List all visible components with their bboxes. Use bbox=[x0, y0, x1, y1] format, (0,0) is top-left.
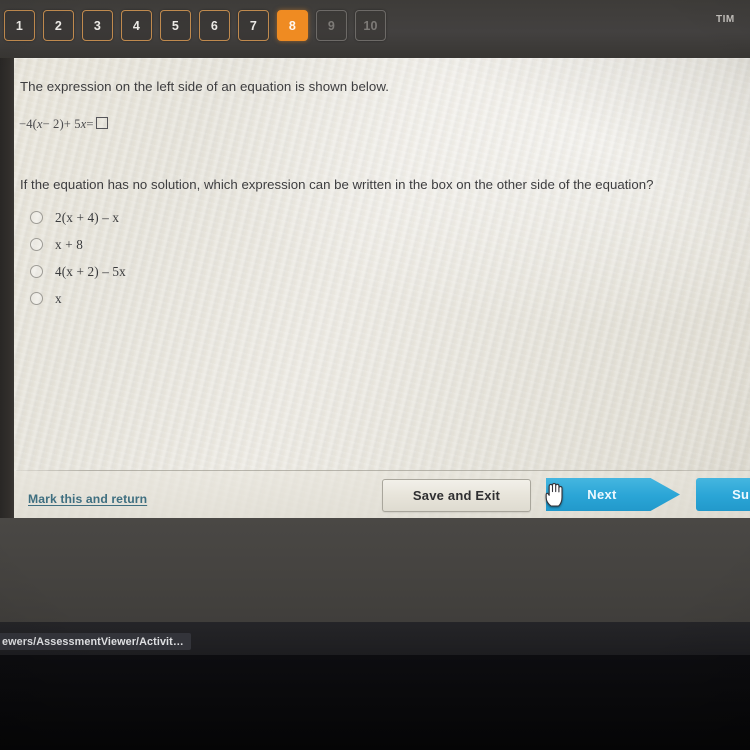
mark-this-and-return-link[interactable]: Mark this and return bbox=[28, 492, 147, 506]
question-tab-8[interactable]: 8 bbox=[277, 10, 308, 41]
screen-photo: 1 2 3 4 5 6 7 8 9 10 TIM The expression … bbox=[0, 0, 750, 750]
submit-button[interactable]: Submit bbox=[696, 478, 750, 511]
submit-label: Submit bbox=[732, 487, 750, 502]
next-label: Next bbox=[587, 487, 617, 502]
assessment-top-bar: 1 2 3 4 5 6 7 8 9 10 TIM bbox=[0, 0, 750, 58]
next-button[interactable]: Next bbox=[546, 478, 680, 511]
question-tab-2-label: 2 bbox=[54, 18, 63, 33]
answer-choice-a-label: 2(x + 4) – x bbox=[55, 209, 120, 225]
question-tab-5-label: 5 bbox=[171, 18, 180, 33]
question-tab-strip: 1 2 3 4 5 6 7 8 9 10 bbox=[4, 10, 386, 41]
question-tab-3-label: 3 bbox=[93, 18, 102, 33]
question-tab-7[interactable]: 7 bbox=[238, 10, 269, 41]
answer-box-icon bbox=[95, 117, 108, 129]
question-tab-6[interactable]: 6 bbox=[199, 10, 230, 41]
save-and-exit-button[interactable]: Save and Exit bbox=[382, 479, 531, 512]
browser-left-edge bbox=[0, 58, 14, 518]
question-tab-1[interactable]: 1 bbox=[4, 10, 35, 41]
radio-button-icon-d[interactable] bbox=[30, 292, 43, 305]
question-tab-10-label: 10 bbox=[363, 18, 378, 33]
desktop-band-upper bbox=[0, 518, 750, 622]
save-and-exit-label: Save and Exit bbox=[412, 488, 501, 503]
answer-choice-c-label: 4(x + 2) – 5x bbox=[55, 263, 126, 279]
question-tab-4[interactable]: 4 bbox=[121, 10, 152, 41]
question-tab-9-label: 9 bbox=[327, 18, 336, 33]
question-stem: The expression on the left side of an eq… bbox=[20, 79, 389, 94]
desktop-band-lower bbox=[0, 655, 750, 750]
question-tab-5[interactable]: 5 bbox=[160, 10, 191, 41]
radio-button-icon-c[interactable] bbox=[30, 265, 43, 278]
equation-lhs-prefix: −4( bbox=[19, 117, 37, 131]
footer-action-bar: Mark this and return Save and Exit Next … bbox=[14, 471, 750, 518]
answer-choice-a[interactable]: 2(x + 4) – x bbox=[26, 204, 426, 231]
answer-choice-d-label: x bbox=[55, 290, 62, 306]
answer-choice-c[interactable]: 4(x + 2) – 5x bbox=[26, 258, 426, 285]
browser-status-url: ewers/AssessmentViewer/Activit… bbox=[0, 633, 191, 650]
answer-choice-b[interactable]: x + 8 bbox=[26, 231, 426, 258]
question-tab-7-label: 7 bbox=[249, 18, 258, 33]
equation-expression: −4(x− 2)+ 5x= bbox=[19, 117, 108, 132]
assessment-content-panel: The expression on the left side of an eq… bbox=[14, 58, 750, 518]
question-tab-4-label: 4 bbox=[132, 18, 141, 33]
answer-choice-b-label: x + 8 bbox=[55, 236, 83, 252]
time-remaining-label: TIM bbox=[716, 14, 735, 25]
question-tab-6-label: 6 bbox=[210, 18, 219, 33]
answer-choice-d[interactable]: x bbox=[26, 285, 426, 312]
question-tab-1-label: 1 bbox=[15, 18, 24, 33]
equation-equals-sign: = bbox=[86, 117, 94, 131]
radio-button-icon-a[interactable] bbox=[30, 211, 43, 224]
question-tab-10: 10 bbox=[355, 10, 386, 41]
question-tab-3[interactable]: 3 bbox=[82, 10, 113, 41]
equation-middle: − 2)+ 5 bbox=[42, 117, 81, 131]
question-tab-8-label: 8 bbox=[288, 18, 297, 33]
question-prompt: If the equation has no solution, which e… bbox=[20, 177, 654, 192]
question-tab-2[interactable]: 2 bbox=[43, 10, 74, 41]
question-tab-9: 9 bbox=[316, 10, 347, 41]
radio-button-icon-b[interactable] bbox=[30, 238, 43, 251]
answer-choice-list: 2(x + 4) – x x + 8 4(x + 2) – 5x x bbox=[26, 204, 426, 312]
